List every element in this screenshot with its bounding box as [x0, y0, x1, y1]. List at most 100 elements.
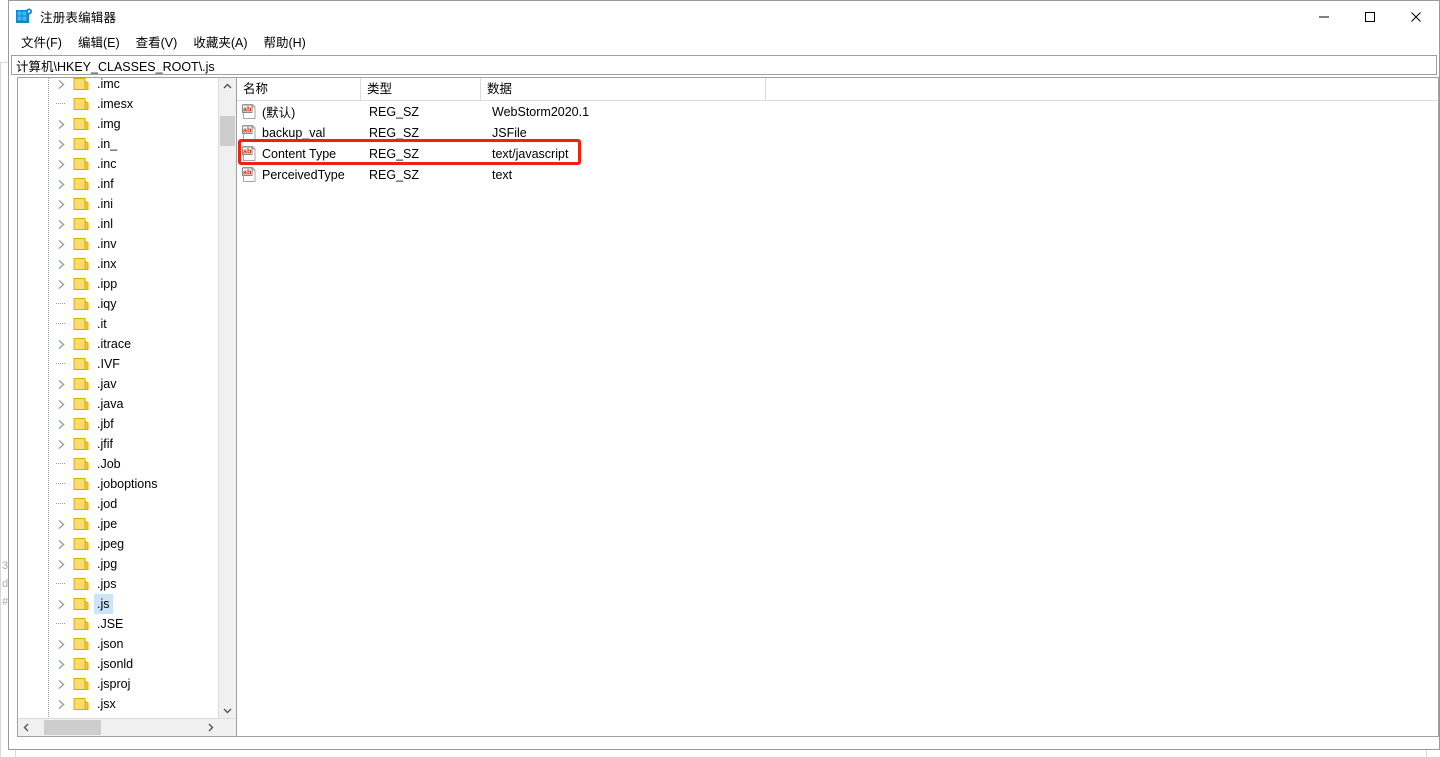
- chevron-right-icon[interactable]: [54, 554, 68, 574]
- tree-item-jsproj[interactable]: .jsproj: [18, 674, 219, 694]
- menu-item-view[interactable]: 查看(V): [136, 33, 178, 53]
- folder-icon: [73, 477, 89, 491]
- chevron-right-icon[interactable]: [54, 594, 68, 614]
- menu-item-file[interactable]: 文件(F): [21, 33, 62, 53]
- chevron-right-icon[interactable]: [54, 114, 68, 134]
- column-header-name[interactable]: 名称: [237, 78, 361, 100]
- value-row[interactable]: ab (默认) REG_SZ WebStorm2020.1: [237, 101, 1438, 122]
- folder-icon: [73, 557, 89, 571]
- chevron-right-icon[interactable]: [54, 394, 68, 414]
- value-data: text: [492, 167, 513, 182]
- tree-horizontal-scroll-thumb[interactable]: [44, 720, 101, 735]
- scroll-left-icon[interactable]: [18, 719, 35, 736]
- tree-item-inf[interactable]: .inf: [18, 174, 219, 194]
- tree-item-label: .inx: [97, 257, 117, 271]
- folder-icon: [73, 377, 89, 391]
- tree-connector-line: [56, 303, 65, 304]
- tree-item-label: .iqy: [97, 297, 117, 311]
- scroll-up-icon[interactable]: [219, 78, 236, 95]
- tree-vertical-scrollbar[interactable]: [218, 78, 236, 719]
- minimize-button[interactable]: [1301, 1, 1347, 32]
- maximize-button[interactable]: [1347, 1, 1393, 32]
- tree-item-label: .jod: [97, 497, 118, 511]
- tree-item-jsonld[interactable]: .jsonld: [18, 654, 219, 674]
- tree-item-jbf[interactable]: .jbf: [18, 414, 219, 434]
- tree-horizontal-scrollbar[interactable]: [18, 718, 236, 736]
- tree-item-label: .java: [97, 397, 124, 411]
- tree-connector-line: [56, 623, 65, 624]
- chevron-right-icon[interactable]: [54, 334, 68, 354]
- tree-item-ipp[interactable]: .ipp: [18, 274, 219, 294]
- chevron-right-icon[interactable]: [54, 78, 68, 94]
- tree-item-img[interactable]: .img: [18, 114, 219, 134]
- tree-item-job[interactable]: .Job: [18, 454, 219, 474]
- close-button[interactable]: [1393, 1, 1439, 32]
- tree-item-ini[interactable]: .ini: [18, 194, 219, 214]
- tree-item-itrace[interactable]: .itrace: [18, 334, 219, 354]
- tree-item-in_[interactable]: .in_: [18, 134, 219, 154]
- chevron-right-icon[interactable]: [54, 194, 68, 214]
- tree-item-label: .inv: [97, 237, 117, 251]
- chevron-right-icon[interactable]: [54, 654, 68, 674]
- tree-item-json[interactable]: .json: [18, 634, 219, 654]
- tree-item-jsx[interactable]: .jsx: [18, 694, 219, 714]
- column-header-data[interactable]: 数据: [481, 78, 766, 100]
- tree-item-jpg[interactable]: .jpg: [18, 554, 219, 574]
- chevron-right-icon[interactable]: [54, 674, 68, 694]
- chevron-right-icon[interactable]: [54, 254, 68, 274]
- scroll-down-icon[interactable]: [219, 702, 236, 719]
- tree-item-jps[interactable]: .jps: [18, 574, 219, 594]
- tree-item-label: .jps: [97, 577, 117, 591]
- chevron-right-icon[interactable]: [54, 534, 68, 554]
- tree-item-imesx[interactable]: .imesx: [18, 94, 219, 114]
- chevron-right-icon[interactable]: [54, 214, 68, 234]
- chevron-right-icon[interactable]: [54, 274, 68, 294]
- menu-item-favorites[interactable]: 收藏夹(A): [193, 33, 247, 53]
- value-row[interactable]: ab PerceivedType REG_SZ text: [237, 164, 1438, 185]
- menu-item-edit[interactable]: 编辑(E): [78, 33, 120, 53]
- tree-item-jod[interactable]: .jod: [18, 494, 219, 514]
- value-row[interactable]: ab backup_val REG_SZ JSFile: [237, 122, 1438, 143]
- chevron-right-icon[interactable]: [54, 134, 68, 154]
- registry-values-pane: 名称 类型 数据 ab (默认) REG_SZ WebStorm2020.1 ab bac…: [237, 77, 1439, 737]
- menu-item-help[interactable]: 帮助(H): [263, 33, 305, 53]
- chevron-right-icon[interactable]: [54, 634, 68, 654]
- tree-item-jfif[interactable]: .jfif: [18, 434, 219, 454]
- tree-item-js[interactable]: .js: [18, 594, 219, 614]
- tree-item-jpe[interactable]: .jpe: [18, 514, 219, 534]
- tree-connector-line: [56, 323, 65, 324]
- tree-item-ivf[interactable]: .IVF: [18, 354, 219, 374]
- chevron-right-icon[interactable]: [54, 514, 68, 534]
- tree-item-label: .img: [97, 117, 121, 131]
- scroll-right-icon[interactable]: [202, 719, 219, 736]
- string-value-icon: ab: [242, 146, 257, 161]
- tree-item-joboptions[interactable]: .joboptions: [18, 474, 219, 494]
- tree-item-jpeg[interactable]: .jpeg: [18, 534, 219, 554]
- folder-icon: [73, 457, 89, 471]
- chevron-right-icon[interactable]: [54, 434, 68, 454]
- chevron-right-icon[interactable]: [54, 694, 68, 714]
- value-type: REG_SZ: [369, 146, 420, 161]
- tree-item-iqy[interactable]: .iqy: [18, 294, 219, 314]
- chevron-right-icon[interactable]: [54, 374, 68, 394]
- value-row[interactable]: ab Content Type REG_SZ text/javascript: [237, 143, 1438, 164]
- tree-item-inv[interactable]: .inv: [18, 234, 219, 254]
- tree-item-java[interactable]: .java: [18, 394, 219, 414]
- tree-item-jav[interactable]: .jav: [18, 374, 219, 394]
- tree-item-it[interactable]: .it: [18, 314, 219, 334]
- column-header-type[interactable]: 类型: [361, 78, 481, 100]
- chevron-right-icon[interactable]: [54, 234, 68, 254]
- tree-item-inx[interactable]: .inx: [18, 254, 219, 274]
- tree-item-jse[interactable]: .JSE: [18, 614, 219, 634]
- tree-item-imc[interactable]: .imc: [18, 78, 219, 94]
- tree-item-label: .jav: [97, 377, 117, 391]
- chevron-right-icon[interactable]: [54, 174, 68, 194]
- chevron-right-icon[interactable]: [54, 154, 68, 174]
- tree-item-inl[interactable]: .inl: [18, 214, 219, 234]
- tree-vertical-scroll-thumb[interactable]: [220, 116, 235, 146]
- chevron-right-icon[interactable]: [54, 414, 68, 434]
- tree-item-inc[interactable]: .inc: [18, 154, 219, 174]
- folder-icon: [73, 677, 89, 691]
- address-bar[interactable]: 计算机\HKEY_CLASSES_ROOT\.js: [11, 55, 1437, 75]
- value-type: REG_SZ: [369, 104, 420, 119]
